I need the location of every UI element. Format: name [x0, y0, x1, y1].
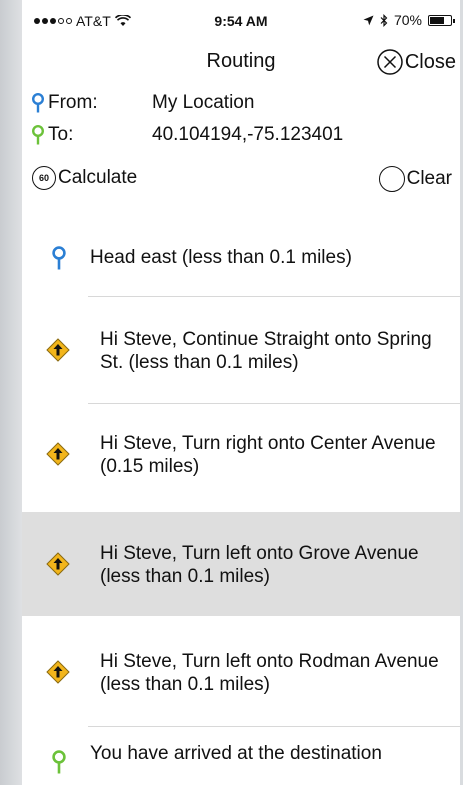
to-row: To: 40.104194,-75.123401 [30, 124, 343, 146]
to-pin-icon [32, 125, 44, 145]
to-value[interactable]: 40.104194,-75.123401 [152, 124, 343, 146]
close-button[interactable]: Close [376, 48, 456, 76]
calculate-button[interactable]: 60 Calculate [32, 166, 137, 190]
from-value[interactable]: My Location [152, 92, 254, 114]
divider [88, 726, 460, 727]
close-label: Close [404, 50, 456, 73]
status-bar: AT&T 9:54 AM 70% [22, 0, 460, 38]
phone-screen: AT&T 9:54 AM 70% Routing Close From: My … [22, 0, 460, 785]
step-text: Hi Steve, Turn left onto Grove Avenue (l… [100, 543, 419, 587]
clear-circle-icon [378, 166, 405, 192]
close-icon [377, 49, 403, 75]
route-step[interactable]: Head east (less than 0.1 miles) [22, 226, 460, 292]
battery-percent: 70% [393, 12, 422, 28]
calculate-label: Calculate [58, 167, 138, 188]
clear-label: Clear [406, 168, 452, 189]
status-right: 70% [363, 12, 455, 28]
from-pin-icon [32, 93, 44, 113]
step-text: Hi Steve, Continue Straight onto Spring … [100, 329, 432, 373]
green-pin-icon [52, 750, 66, 774]
divider [88, 296, 460, 297]
turn-sign-icon [46, 338, 70, 362]
bluetooth-icon [380, 13, 388, 27]
turn-sign-icon [46, 552, 70, 576]
clear-button[interactable]: Clear [378, 166, 452, 192]
nav-bar: Routing Close [22, 44, 460, 80]
route-step[interactable]: Hi Steve, Turn left onto Rodman Avenue (… [22, 620, 460, 724]
route-step[interactable]: Hi Steve, Turn right onto Center Avenue … [22, 404, 460, 508]
battery-icon [428, 14, 455, 26]
from-row: From: My Location [30, 92, 254, 114]
from-label: From: [48, 92, 98, 113]
action-bar: 60 Calculate Clear [22, 166, 460, 198]
location-arrow-icon [363, 15, 374, 25]
calculate-badge-icon: 60 [32, 166, 56, 190]
blue-pin-icon [52, 246, 66, 270]
step-text: Head east (less than 0.1 miles) [90, 247, 352, 268]
turn-sign-icon [46, 442, 70, 466]
route-step-selected[interactable]: Hi Steve, Turn left onto Grove Avenue (l… [22, 512, 460, 616]
step-text: You have arrived at the destination [90, 743, 382, 764]
route-step[interactable]: Hi Steve, Continue Straight onto Spring … [22, 298, 460, 402]
to-label: To: [48, 124, 74, 145]
step-text: Hi Steve, Turn left onto Rodman Avenue (… [100, 651, 439, 695]
turn-sign-icon [46, 660, 70, 684]
route-step[interactable]: You have arrived at the destination [22, 728, 460, 785]
step-text: Hi Steve, Turn right onto Center Avenue … [100, 433, 436, 477]
